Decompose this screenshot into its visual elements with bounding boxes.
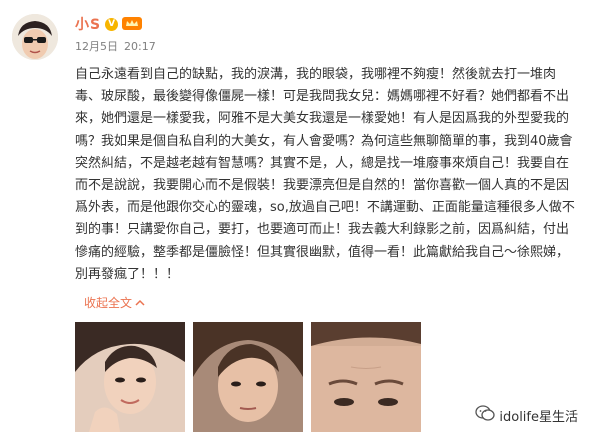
- post-time[interactable]: 20:17: [124, 40, 156, 53]
- post-date[interactable]: 12月5日: [75, 40, 118, 53]
- wechat-icon: [475, 405, 496, 425]
- photo-grid: [75, 322, 429, 432]
- verified-badge-icon: V: [105, 17, 119, 31]
- post-header: 小S V 12月5日 20:17: [75, 14, 162, 54]
- avatar[interactable]: [12, 14, 58, 60]
- collapse-label: 收起全文: [84, 296, 133, 310]
- post-meta: 12月5日 20:17: [75, 38, 162, 54]
- watermark-text: idolife星生活: [499, 409, 578, 425]
- username[interactable]: 小S: [75, 14, 101, 34]
- member-crown-icon[interactable]: [122, 15, 143, 34]
- chevron-up-icon: [135, 296, 145, 310]
- post-body-text: 自己永遠看到自己的缺點，我的淚溝，我的眼袋，我哪裡不夠瘦！然後就去打一堆肉毒、玻…: [75, 67, 575, 282]
- photo-2[interactable]: [193, 322, 303, 432]
- photo-3[interactable]: [311, 322, 421, 432]
- watermark: idolife星生活: [471, 403, 582, 427]
- collapse-link[interactable]: 收起全文: [84, 294, 145, 311]
- photo-1[interactable]: [75, 322, 185, 432]
